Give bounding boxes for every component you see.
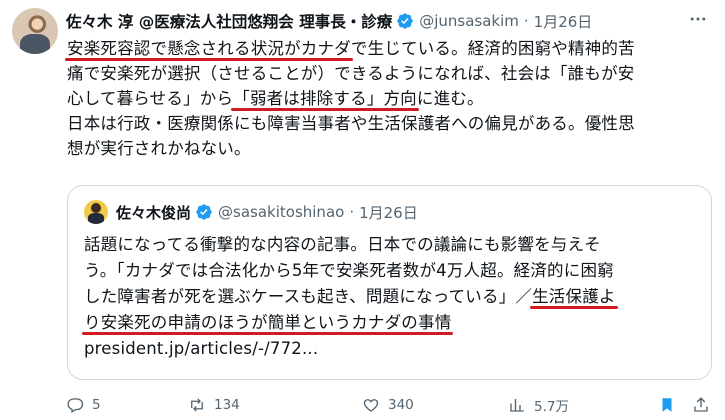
quote-author-avatar[interactable] — [84, 200, 108, 224]
underlined-text: 生活保護よ — [532, 287, 616, 306]
author-name[interactable]: 佐々木 淳 @医療法人社団悠翔会 理事長・診療 — [66, 10, 392, 32]
like-icon — [363, 399, 379, 412]
tweet-text: 安楽死容認で懸念される状況がカナダで生じている。経済的困窮や精神的苦 痛で安楽死… — [67, 36, 717, 161]
views-count: 5.7万 — [534, 399, 569, 415]
tweet-header: 佐々木 淳 @医療法人社団悠翔会 理事長・診療 @junsasakim · 1月… — [66, 9, 592, 33]
text-segment: に進む。 — [416, 89, 484, 108]
quote-author-name[interactable]: 佐々木俊尚 — [116, 202, 191, 223]
bookmark-icon — [662, 398, 672, 412]
reply-button[interactable]: 5 — [66, 392, 101, 418]
tweet-line: 想が実行されかねない。 — [67, 136, 717, 161]
separator-dot: · — [349, 203, 355, 221]
text-segment: 話題になってる衝撃的な内容の記事。日本での議論にも影響を与えそ — [84, 235, 601, 254]
bookmark-button[interactable] — [658, 392, 684, 418]
author-avatar[interactable] — [12, 8, 58, 54]
repost-icon — [191, 398, 203, 412]
views-button[interactable]: 5.7万 — [508, 392, 569, 418]
action-bar: 5 134 340 5.7万 — [60, 392, 720, 418]
more-button[interactable] — [687, 8, 709, 30]
tweet-date[interactable]: 1月26日 — [534, 11, 593, 32]
text-segment: う。「カナダでは合法化から5年で安楽死者数が4万人超。経済的に困窮 — [84, 261, 614, 280]
quote-line: 話題になってる衝撃的な内容の記事。日本での議論にも影響を与えそ — [84, 232, 704, 258]
more-icon — [690, 17, 706, 21]
like-count: 340 — [388, 397, 414, 413]
views-icon — [510, 399, 524, 412]
tweet[interactable]: 佐々木 淳 @医療法人社団悠翔会 理事長・診療 @junsasakim · 1月… — [0, 0, 725, 420]
share-icon — [694, 397, 708, 412]
quote-author-handle[interactable]: @sasakitoshinao — [218, 203, 344, 221]
underlined-text: 「弱者は排除する」方向 — [233, 89, 417, 108]
repost-button[interactable]: 134 — [188, 392, 240, 418]
text-segment: 想が実行されかねない。 — [67, 139, 251, 158]
quote-line: した障害者が死を選ぶケースも起き、問題になっている」／生活保護よ — [84, 284, 704, 310]
like-button[interactable]: 340 — [362, 392, 414, 418]
text-segment: で生じている。経済的困窮や精神的苦 — [350, 39, 635, 58]
separator-dot: · — [523, 12, 529, 30]
share-button[interactable] — [692, 392, 718, 418]
text-segment: 痛で安楽死が選択（させることが）できるようになれば、社会は「誰もが安 — [67, 64, 635, 83]
author-handle[interactable]: @junsasakim — [419, 12, 519, 30]
verified-badge-icon — [196, 204, 212, 220]
tweet-line: 痛で安楽死が選択（させることが）できるようになれば、社会は「誰もが安 — [67, 61, 717, 86]
text-segment: 心して暮らせる」から — [67, 89, 234, 108]
quote-line: う。「カナダでは合法化から5年で安楽死者数が4万人超。経済的に困窮 — [84, 258, 704, 284]
quote-date[interactable]: 1月26日 — [359, 202, 418, 223]
reply-count: 5 — [92, 397, 101, 413]
tweet-line: 心して暮らせる」から「弱者は排除する」方向に進む。 — [67, 86, 717, 111]
repost-count: 134 — [214, 397, 240, 413]
tweet-line: 日本は行政・医療関係にも障害当事者や生活保護者への偏見がある。優性思 — [67, 111, 717, 136]
tweet-line: 安楽死容認で懸念される状況がカナダで生じている。経済的困窮や精神的苦 — [67, 36, 717, 61]
quoted-tweet[interactable]: 佐々木俊尚 @sasakitoshinao · 1月26日 話題になってる衝撃的… — [67, 185, 712, 380]
quote-line: president.jp/articles/-/772... — [84, 336, 704, 362]
text-segment: 日本は行政・医療関係にも障害当事者や生活保護者への偏見がある。優性思 — [67, 114, 635, 133]
reply-icon — [67, 398, 84, 413]
article-link[interactable]: president.jp/articles/-/772... — [84, 339, 318, 358]
quote-header: 佐々木俊尚 @sasakitoshinao · 1月26日 — [84, 199, 418, 225]
quote-text: 話題になってる衝撃的な内容の記事。日本での議論にも影響を与えそ う。「カナダでは… — [84, 232, 704, 362]
text-segment: した障害者が死を選ぶケースも起き、問題になっている」／ — [84, 287, 533, 306]
underlined-text: 安楽死容認で懸念される状況がカナダ — [67, 39, 351, 58]
quote-line: り安楽死の申請のほうが簡単というカナダの事情 — [84, 310, 704, 336]
underlined-text: り安楽死の申請のほうが簡単というカナダの事情 — [84, 313, 452, 332]
verified-badge-icon — [397, 13, 413, 29]
